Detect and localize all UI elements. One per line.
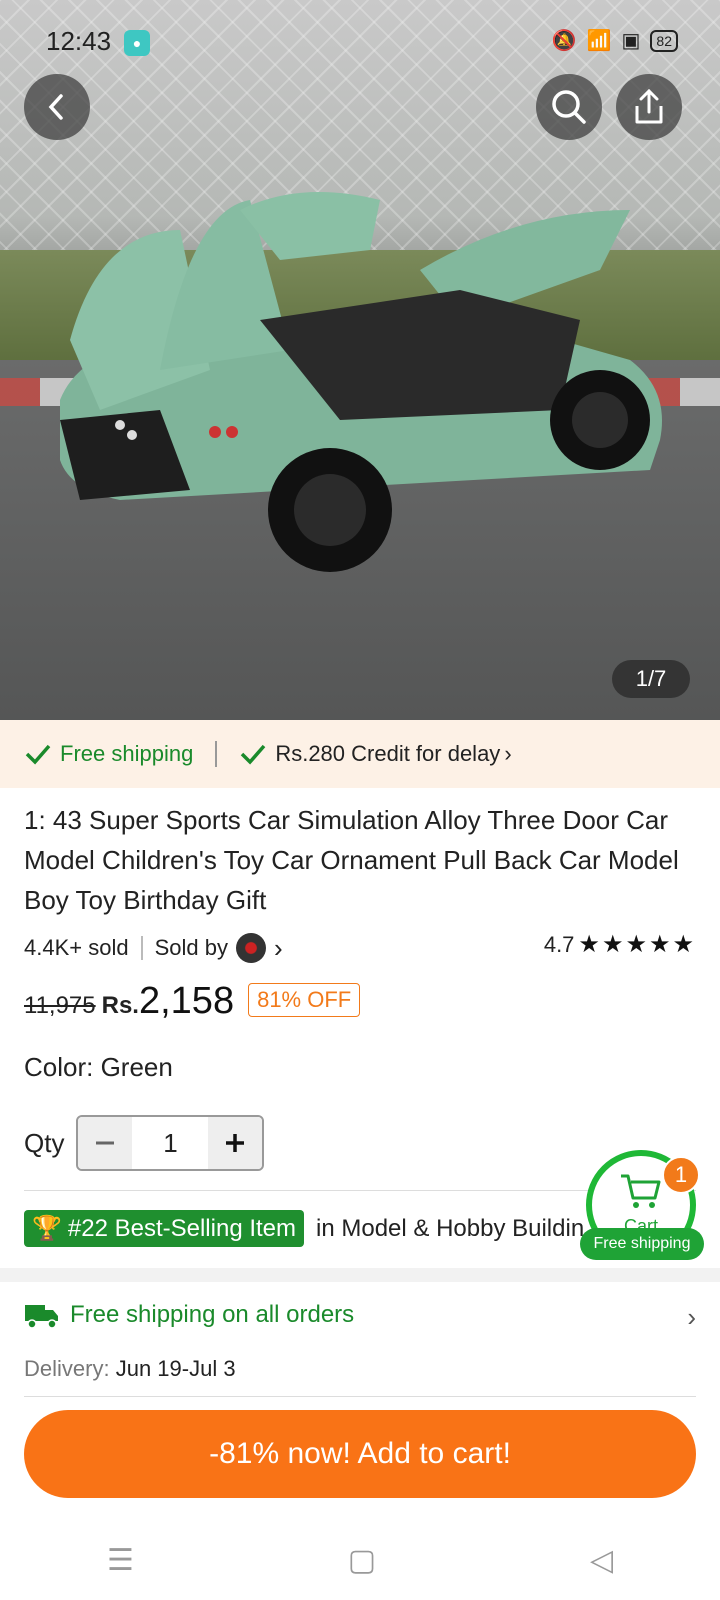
selected-color: Color: Green (24, 1052, 173, 1082)
meta-divider (140, 936, 143, 960)
free-shipping-tag: Free shipping (24, 741, 193, 767)
delivery-dates: Jun 19-Jul 3 (115, 1356, 236, 1381)
add-to-cart-button[interactable]: -81% now! Add to cart! (24, 1410, 696, 1498)
wifi-icon: 📶 (586, 30, 612, 52)
sold-count: 4.4K+ sold (24, 935, 129, 960)
truck-icon (25, 1305, 58, 1329)
status-time: 12:43 (46, 26, 112, 56)
cart-count-badge: 1 (662, 1156, 700, 1194)
banner-divider (215, 741, 218, 767)
share-button[interactable] (616, 74, 682, 140)
product-title: 1: 43 Super Sports Car Simulation Alloy … (24, 805, 679, 915)
plus-icon (226, 1134, 245, 1152)
decrease-button[interactable] (78, 1117, 133, 1169)
free-shipping-text: Free shipping (60, 741, 194, 766)
product-rating[interactable]: 4.7 ★★★★★ (544, 930, 696, 959)
back-icon[interactable]: ◁ (590, 1543, 613, 1578)
quantity-row: Qty 1 (24, 1115, 265, 1171)
free-shipping-all-orders: Free shipping on all orders (70, 1301, 355, 1328)
product-image[interactable]: 12:43 ● 🔕 📶 ▣ 82 1/7 (0, 0, 720, 720)
sim-icon: ▣ (621, 30, 641, 52)
credit-text: Rs.280 Credit for delay (275, 741, 501, 766)
original-price: 11,975 (24, 992, 96, 1019)
battery-indicator: 82 (650, 29, 678, 52)
qty-label: Qty (24, 1127, 65, 1158)
minus-icon (96, 1141, 115, 1145)
system-nav-bar: ☰ ▢ ◁ (0, 1520, 720, 1600)
shipping-info-row[interactable]: Free shipping on all orders › (24, 1300, 696, 1333)
chevron-right-icon[interactable]: › (687, 1302, 696, 1333)
notification-app-icon: ● (124, 30, 150, 56)
seller-avatar[interactable] (235, 933, 266, 963)
menu-icon[interactable]: ☰ (107, 1543, 134, 1578)
back-button[interactable] (24, 74, 90, 140)
discount-badge: 81% OFF (248, 983, 361, 1017)
delivery-label: Delivery: (24, 1356, 110, 1381)
cart-icon (621, 1174, 661, 1208)
home-icon[interactable]: ▢ (348, 1543, 376, 1578)
status-icons: 🔕 📶 ▣ 82 (552, 28, 678, 53)
quantity-value[interactable]: 1 (132, 1117, 208, 1169)
shipping-banner[interactable]: Free shipping Rs.280 Credit for delay › (0, 720, 720, 788)
mute-icon: 🔕 (551, 30, 577, 52)
chevron-right-icon: › (504, 741, 512, 766)
check-icon (25, 744, 51, 765)
rating-value: 4.7 (543, 931, 575, 957)
credit-for-delay-link[interactable]: Rs.280 Credit for delay › (239, 741, 512, 767)
best-selling-text: #22 Best-Selling Item (67, 1214, 297, 1242)
star-rating-icon: ★★★★★ (578, 931, 696, 958)
section-gap (0, 1268, 720, 1282)
image-counter: 1/7 (612, 660, 690, 698)
price-row: 11,975 Rs. 2,158 81% OFF (24, 980, 361, 1036)
best-selling-category: in Model & Hobby Buildin (316, 1214, 585, 1242)
best-selling-badge: 🏆 #22 Best-Selling Item (24, 1210, 305, 1247)
share-icon (635, 88, 663, 124)
toy-car-image (60, 192, 662, 572)
delivery-estimate: Delivery: Jun 19-Jul 3 (24, 1356, 236, 1382)
search-icon (552, 90, 586, 124)
increase-button[interactable] (208, 1117, 263, 1169)
quantity-stepper[interactable]: 1 (76, 1115, 265, 1171)
divider (24, 1396, 696, 1397)
check-icon (241, 744, 266, 765)
trophy-icon: 🏆 (32, 1215, 62, 1242)
sold-by-label[interactable]: Sold by (155, 935, 228, 961)
best-selling-row[interactable]: 🏆 #22 Best-Selling Item in Model & Hobby… (24, 1210, 584, 1247)
search-button[interactable] (536, 74, 602, 140)
chevron-right-icon[interactable]: › (274, 933, 283, 964)
cart-free-shipping-tag: Free shipping (580, 1228, 704, 1260)
currency: Rs. (101, 992, 139, 1019)
status-bar: 12:43 ● 🔕 📶 ▣ 82 (0, 0, 720, 80)
chevron-left-icon (48, 94, 63, 120)
current-price: 2,158 (138, 980, 235, 1022)
